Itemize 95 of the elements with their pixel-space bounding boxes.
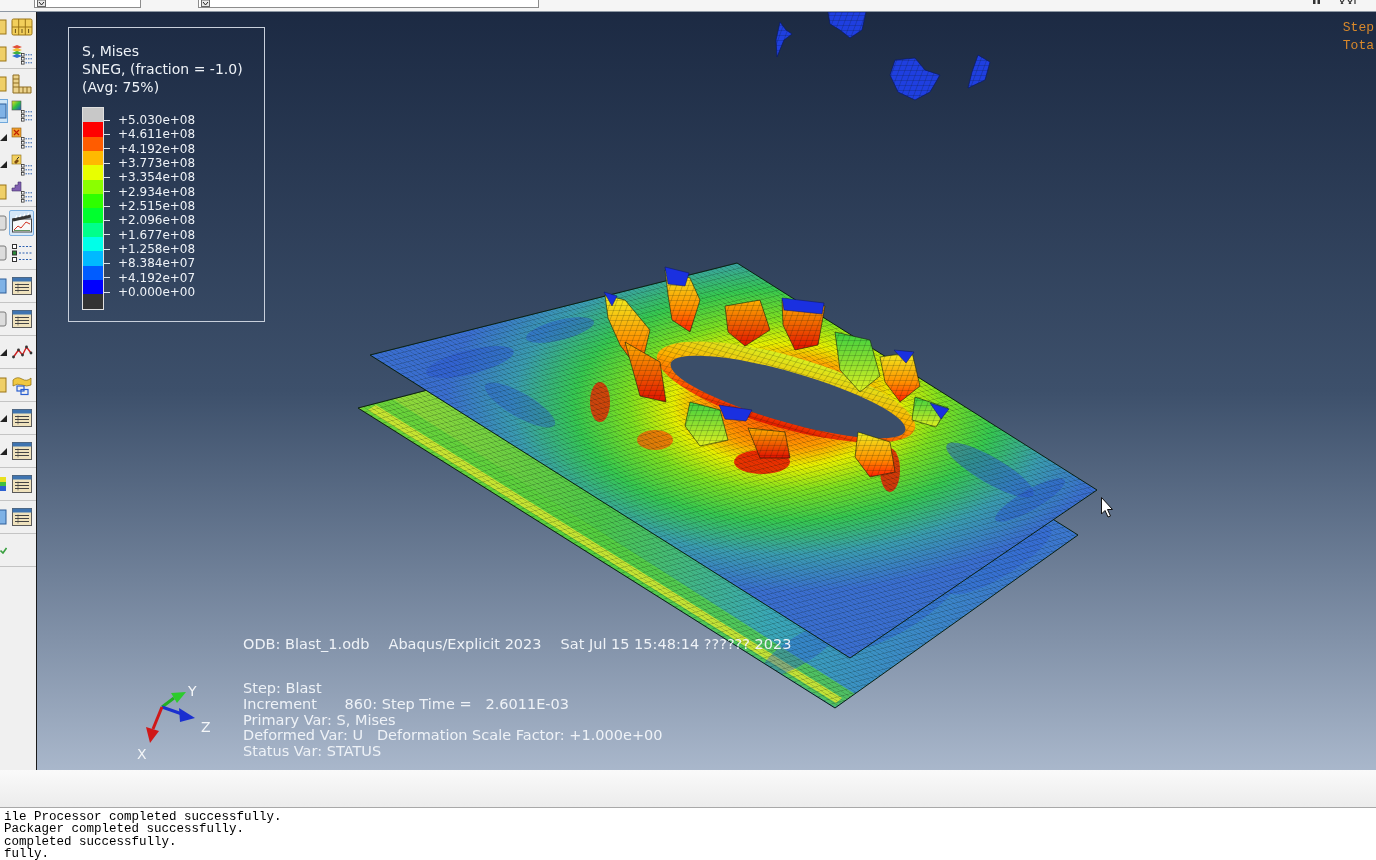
table-window-icon <box>10 407 33 429</box>
gradient-list-icon <box>10 99 33 122</box>
tool-icon <box>0 18 7 35</box>
grid-icon <box>10 72 33 95</box>
tick-mark <box>104 234 110 236</box>
tool-icon <box>0 447 7 455</box>
legend-title-line: S, Mises <box>82 42 140 60</box>
cursor-icon <box>1101 497 1113 518</box>
tick-mark <box>104 219 110 221</box>
legend-value: +3.773e+08 <box>118 156 196 171</box>
tick-mark <box>104 162 110 164</box>
tool-icon <box>0 546 7 554</box>
legend-value: +4.611e+08 <box>118 127 196 142</box>
axis-label: Z <box>201 719 211 735</box>
tick-mark <box>104 277 110 279</box>
mesh-fragment <box>889 57 941 101</box>
tool-icon <box>0 161 7 168</box>
odb-info-text: Abaqus/Explicit 2023 <box>388 636 542 652</box>
odb-info-text: ODB: Blast_1.odb <box>243 636 370 652</box>
step-info-text: Tota <box>1342 37 1374 55</box>
state-info-text: Deformed Var: U Deformation Scale Factor: +1.000e+00 <box>243 728 663 744</box>
mesh-fragment <box>775 21 793 58</box>
axis-label: X <box>137 746 147 762</box>
legend-value: +0.000e+00 <box>118 285 196 300</box>
tick-mark <box>104 291 110 293</box>
tick-mark <box>104 191 110 193</box>
state-info-text: Primary Var: S, Mises <box>243 712 396 729</box>
tool-icon <box>0 476 7 492</box>
pin-list-icon <box>10 153 33 176</box>
legend-value: +3.354e+08 <box>118 170 196 185</box>
tool-icon <box>0 102 7 119</box>
table-window-icon <box>10 275 33 297</box>
tool-icon <box>0 215 7 231</box>
dropdown-icon <box>37 0 46 7</box>
tool-icon <box>0 245 7 261</box>
mesh-fragment <box>967 54 991 89</box>
numbered-grid-icon <box>10 15 33 38</box>
state-info-text: Increment 860: Step Time = 2.6011E-03 <box>243 696 571 713</box>
tick-mark <box>104 262 110 264</box>
toolbar-icon[interactable] <box>1340 0 1356 4</box>
tool-icon <box>0 278 7 294</box>
table-window-icon <box>10 440 33 462</box>
message-line: Packager completed successfully. <box>4 823 245 836</box>
module-combo[interactable] <box>34 0 141 8</box>
table-window-icon <box>10 308 33 330</box>
checkbox-list-icon <box>10 242 33 264</box>
tool-button[interactable] <box>9 124 34 151</box>
tool-icon <box>0 311 7 327</box>
tick-mark <box>104 119 110 121</box>
dropdown-icon <box>201 0 210 7</box>
mesh-fragment <box>827 12 867 39</box>
clapperboard-icon <box>10 212 33 234</box>
tick-mark <box>104 205 110 207</box>
legend-value: +1.677e+08 <box>118 227 196 242</box>
tool-button[interactable] <box>9 151 34 178</box>
cross-list-icon <box>10 126 33 149</box>
tool-icon <box>0 183 7 200</box>
legend-value: +4.192e+07 <box>118 270 196 285</box>
model-combo[interactable] <box>198 0 539 8</box>
tool-icon <box>0 509 7 525</box>
tick-mark <box>104 248 110 250</box>
tool-button[interactable] <box>9 178 34 205</box>
legend-title-line: (Avg: 75%) <box>82 78 161 96</box>
legend-value: +2.515e+08 <box>118 199 196 214</box>
tick-mark <box>104 148 110 150</box>
table-window-icon <box>10 473 33 495</box>
legend-value: +8.384e+07 <box>118 256 196 271</box>
tool-icon <box>0 134 7 141</box>
layer-stack-icon <box>10 42 33 65</box>
message-line: fully. <box>4 847 49 860</box>
tool-icon <box>0 75 7 92</box>
message-line: ile Processor completed successfully. <box>4 811 283 824</box>
tool-icon <box>0 414 7 422</box>
tool-button[interactable] <box>9 210 34 236</box>
stairs-list-icon <box>10 180 33 203</box>
sheets-icon <box>10 374 33 396</box>
axis-label: Y <box>188 683 197 699</box>
legend-value: +2.934e+08 <box>118 184 196 199</box>
table-window-icon <box>10 506 33 528</box>
toolbar-icon[interactable] <box>1313 0 1320 4</box>
legend-title-line: SNEG, (fraction = -1.0) <box>82 60 244 78</box>
tick-mark <box>104 176 110 178</box>
legend-value: +4.192e+08 <box>118 141 196 156</box>
tool-icon <box>0 377 7 393</box>
step-info-text: Step <box>1342 19 1374 37</box>
tool-icon <box>0 45 7 62</box>
tick-mark <box>104 134 110 135</box>
legend-value: +5.030e+08 <box>118 113 196 128</box>
legend-value: +2.096e+08 <box>118 213 196 228</box>
tool-icon <box>0 348 7 356</box>
state-info-text: Step: Blast <box>243 681 323 697</box>
tool-button[interactable] <box>9 97 34 124</box>
legend-value: +1.258e+08 <box>118 242 196 257</box>
message-line: completed successfully. <box>4 835 177 848</box>
state-info-text: Status Var: STATUS <box>243 744 383 760</box>
